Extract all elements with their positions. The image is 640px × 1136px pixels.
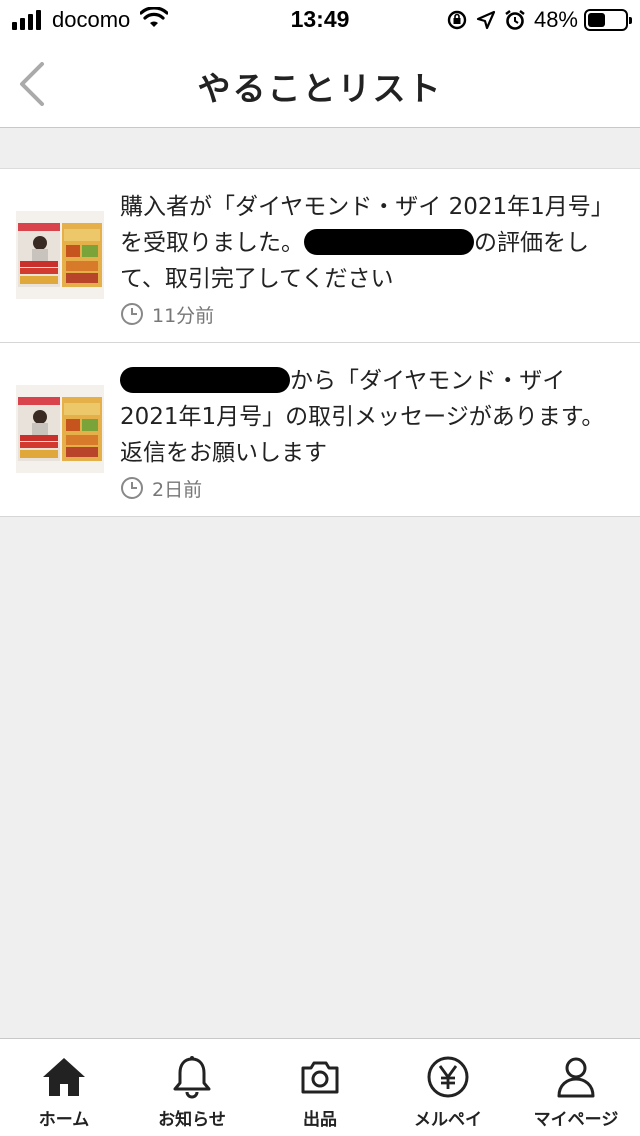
page-title: やることリスト (197, 69, 443, 108)
redacted-username (120, 366, 290, 393)
tab-sell[interactable]: 出品 (256, 1039, 384, 1136)
rotation-lock-icon (446, 9, 468, 31)
product-thumbnail (16, 385, 104, 473)
person-icon (555, 1053, 597, 1101)
bell-icon (172, 1053, 212, 1101)
yen-icon (426, 1053, 470, 1101)
timestamp: 2日前 (120, 473, 202, 503)
location-icon (476, 10, 496, 30)
tab-label: お知らせ (158, 1110, 226, 1130)
camera-icon (299, 1053, 341, 1101)
tab-mypage[interactable]: マイページ (512, 1039, 640, 1136)
battery-percentage: 48% (533, 7, 578, 32)
home-icon (41, 1053, 87, 1101)
status-right: 48% (446, 6, 632, 34)
tab-label: 出品 (303, 1110, 337, 1130)
todo-item[interactable]: 購入者が「ダイヤモンド・ザイ 2021年1月号」を受取りました。 の評価をして、取… (0, 169, 640, 343)
product-thumbnail (16, 211, 104, 299)
tab-label: マイページ (533, 1110, 619, 1130)
tab-home[interactable]: ホーム (0, 1039, 128, 1136)
todo-item[interactable]: から「ダイヤモンド・ザイ 2021年1月号」の取引メッセージがあります。返信をお… (0, 343, 640, 517)
clock-icon (121, 303, 143, 325)
redacted-username (304, 228, 474, 255)
tab-notifications[interactable]: お知らせ (128, 1039, 256, 1136)
nav-bar: やることリスト (0, 40, 640, 128)
tab-label: メルペイ (414, 1110, 482, 1130)
tab-bar: ホーム お知らせ 出品 メルペイ マイページ (0, 1038, 640, 1136)
status-bar: docomo 13:49 48% (0, 0, 640, 40)
alarm-icon (504, 9, 526, 31)
todo-message: から「ダイヤモンド・ザイ 2021年1月号」の取引メッセージがあります。返信をお… (120, 363, 620, 471)
clock-icon (121, 477, 143, 499)
timestamp-label: 2日前 (152, 478, 203, 501)
battery-icon (584, 9, 632, 31)
tab-merpay[interactable]: メルペイ (384, 1039, 512, 1136)
todo-list: 購入者が「ダイヤモンド・ザイ 2021年1月号」を受取りました。 の評価をして、取… (0, 168, 640, 517)
battery-fill (588, 13, 606, 27)
timestamp: 11分前 (120, 299, 214, 329)
tab-label: ホーム (38, 1110, 90, 1130)
timestamp-label: 11分前 (152, 304, 215, 327)
todo-message: 購入者が「ダイヤモンド・ザイ 2021年1月号」を受取りました。 の評価をして、取… (120, 189, 620, 297)
